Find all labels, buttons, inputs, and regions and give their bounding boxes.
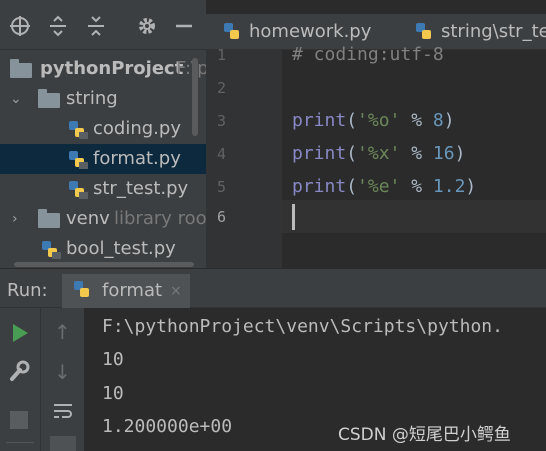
tree-root-path: F:\p — [176, 58, 206, 79]
tree-item-label: string — [66, 88, 118, 109]
watermark: CSDN @短尾巴小鳄鱼 — [338, 425, 511, 445]
code-string: '%x' — [357, 143, 401, 164]
folder-icon — [38, 209, 60, 228]
play-icon[interactable] — [10, 322, 30, 344]
arrow-up-icon[interactable]: ↑ — [54, 320, 71, 344]
tree-root-label: pythonProject — [40, 58, 184, 79]
code-keyword: print — [292, 110, 347, 131]
code-line-5: print('%e' % 1.2) — [292, 170, 476, 203]
code-operator: % — [400, 143, 433, 164]
text-caret — [292, 204, 295, 230]
code-operator: % — [400, 110, 433, 131]
code-string: '%o' — [357, 110, 401, 131]
run-tab-label: format — [102, 280, 163, 301]
stop-icon[interactable] — [10, 411, 28, 429]
tab-label: string\str_te — [441, 21, 546, 42]
python-file-icon — [69, 121, 88, 139]
tree-item-venv[interactable]: › venv library roo — [0, 204, 206, 234]
chevron-down-icon[interactable]: ⌄ — [10, 84, 22, 114]
code-keyword: print — [292, 143, 347, 164]
code-paren: ( — [346, 143, 358, 164]
line-number-current: 6 — [216, 208, 226, 226]
tree-item-string[interactable]: ⌄ string — [0, 84, 206, 114]
console-line: F:\pythonProject\venv\Scripts\python. — [102, 316, 503, 337]
expand-all-icon[interactable] — [46, 14, 70, 38]
line-number: 2 — [216, 79, 226, 97]
code-keyword: print — [292, 176, 347, 197]
line-number: 1 — [216, 46, 226, 64]
tree-item-coding-py[interactable]: coding.py — [0, 114, 206, 144]
library-root-hint: library roo — [114, 208, 206, 229]
folder-icon — [38, 89, 60, 108]
console-line: 1.200000e+00 — [102, 416, 233, 437]
tree-item-label: coding.py — [93, 118, 181, 139]
code-line-1: # coding:utf-8 — [292, 38, 444, 71]
tree-item-bool-test-py[interactable]: bool_test.py — [0, 234, 206, 264]
toolbar-divider — [6, 442, 34, 443]
python-file-icon — [74, 281, 89, 297]
code-line-4: print('%x' % 16) — [292, 137, 465, 170]
project-toolbar — [0, 0, 206, 50]
run-tab-format[interactable]: format × — [62, 274, 190, 308]
tree-item-label: venv — [66, 208, 110, 229]
code-string: '%e' — [357, 176, 401, 197]
python-file-icon — [42, 241, 61, 259]
scroll-to-end-icon[interactable] — [50, 436, 76, 451]
crosshair-icon[interactable] — [8, 14, 32, 38]
chevron-right-icon[interactable]: › — [12, 204, 18, 234]
tree-item-label: str_test.py — [93, 178, 189, 199]
line-number: 5 — [216, 178, 226, 196]
folder-icon — [10, 59, 32, 78]
gear-icon[interactable] — [135, 14, 159, 38]
collapse-all-icon[interactable] — [84, 14, 108, 38]
tree-item-str-test-py[interactable]: str_test.py — [0, 174, 206, 204]
line-number: 3 — [216, 112, 226, 130]
soft-wrap-icon[interactable] — [52, 400, 74, 422]
tree-item-label: format.py — [93, 148, 181, 169]
code-paren: ( — [346, 110, 358, 131]
tree-vertical-scrollbar[interactable] — [192, 58, 198, 136]
code-comment: # coding:utf-8 — [292, 44, 444, 65]
code-paren: ) — [443, 110, 455, 131]
code-number: 1.2 — [432, 176, 466, 197]
code-operator: % — [400, 176, 433, 197]
run-header: Run: format × — [0, 274, 546, 308]
run-toolbar-left — [0, 308, 40, 451]
code-number: 8 — [432, 110, 444, 131]
console-line: 10 — [102, 349, 124, 370]
minimize-icon[interactable] — [172, 14, 196, 38]
wrench-icon[interactable] — [9, 360, 31, 382]
run-label: Run: — [7, 280, 48, 301]
code-paren: ) — [454, 143, 466, 164]
code-paren: ( — [346, 176, 358, 197]
python-file-icon — [69, 151, 88, 169]
tree-item-label: bool_test.py — [66, 238, 176, 259]
python-file-icon — [69, 181, 88, 199]
line-number: 4 — [216, 145, 226, 163]
close-icon[interactable]: × — [170, 274, 182, 308]
arrow-down-icon[interactable]: ↓ — [54, 360, 71, 384]
tree-horizontal-scrollbar[interactable] — [14, 262, 194, 267]
python-file-icon — [224, 23, 239, 39]
code-line-3: print('%o' % 8) — [292, 104, 455, 137]
tree-item-format-py[interactable]: format.py — [0, 144, 206, 174]
tree-root-pythonproject[interactable]: pythonProject F:\p — [0, 54, 206, 84]
code-number: 16 — [432, 143, 455, 164]
code-editor[interactable]: # coding:utf-8 print('%o' % 8) print('%x… — [292, 44, 546, 268]
project-tree: pythonProject F:\p ⌄ string coding.py fo… — [0, 50, 206, 268]
run-toolbar-right: ↑ ↓ — [40, 308, 84, 451]
console-line: 10 — [102, 383, 124, 404]
code-paren: ) — [465, 176, 477, 197]
